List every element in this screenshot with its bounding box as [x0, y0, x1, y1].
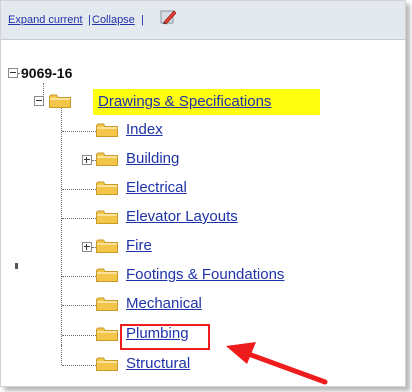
annotation-arrow	[226, 342, 328, 385]
